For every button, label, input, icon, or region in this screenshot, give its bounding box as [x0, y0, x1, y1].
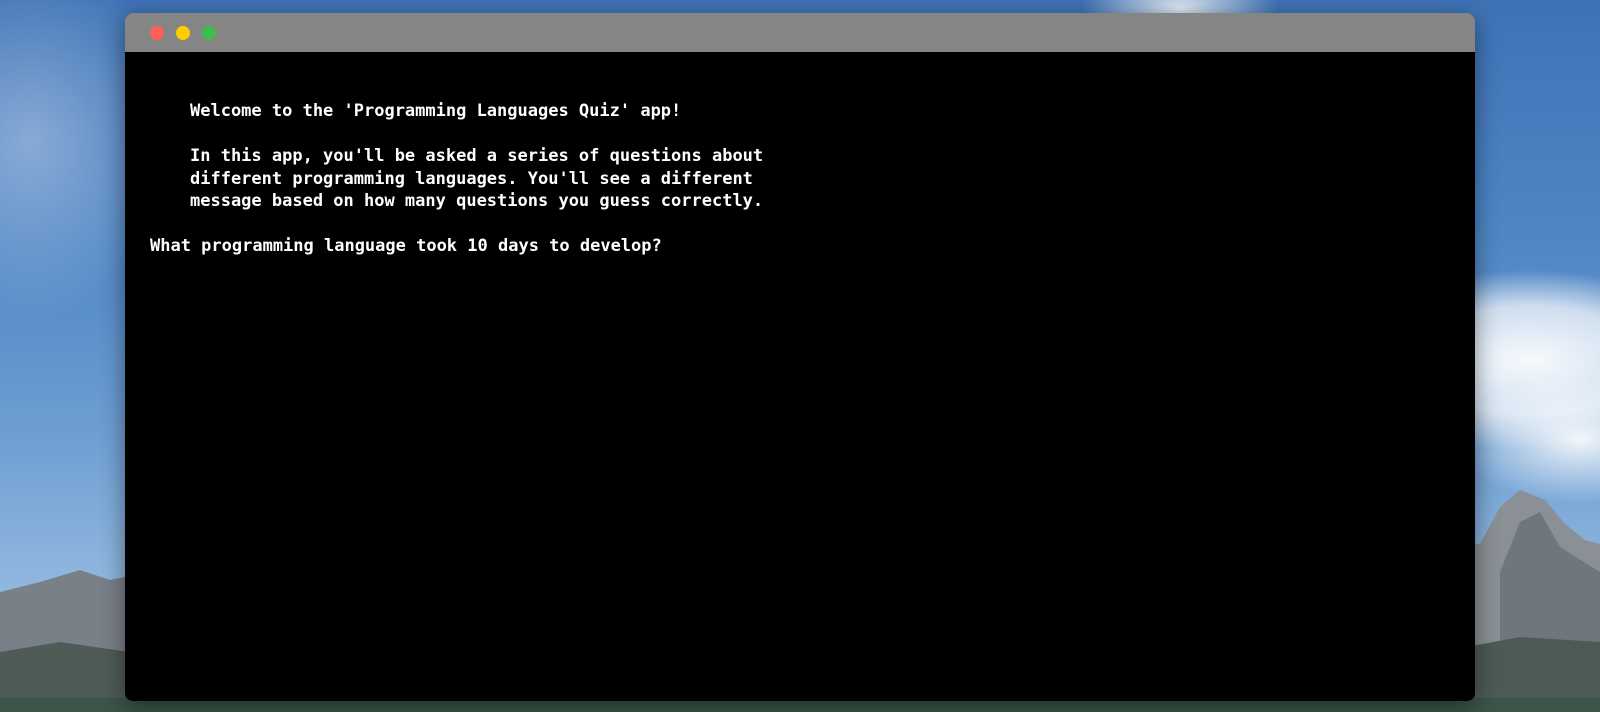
quiz-question: What programming language took 10 days t…: [150, 236, 662, 256]
intro-line: message based on how many questions you …: [190, 191, 764, 211]
close-button[interactable]: [150, 25, 164, 40]
intro-line: In this app, you'll be asked a series of…: [190, 146, 764, 166]
intro-line: different programming languages. You'll …: [190, 168, 753, 189]
terminal-window[interactable]: Welcome to the 'Programming Languages Qu…: [125, 13, 1475, 701]
title-bar[interactable]: [125, 13, 1475, 52]
minimize-button[interactable]: [176, 25, 190, 40]
maximize-button[interactable]: [202, 25, 216, 40]
welcome-message: Welcome to the 'Programming Languages Qu…: [190, 101, 682, 121]
terminal-output[interactable]: Welcome to the 'Programming Languages Qu…: [125, 52, 1475, 258]
